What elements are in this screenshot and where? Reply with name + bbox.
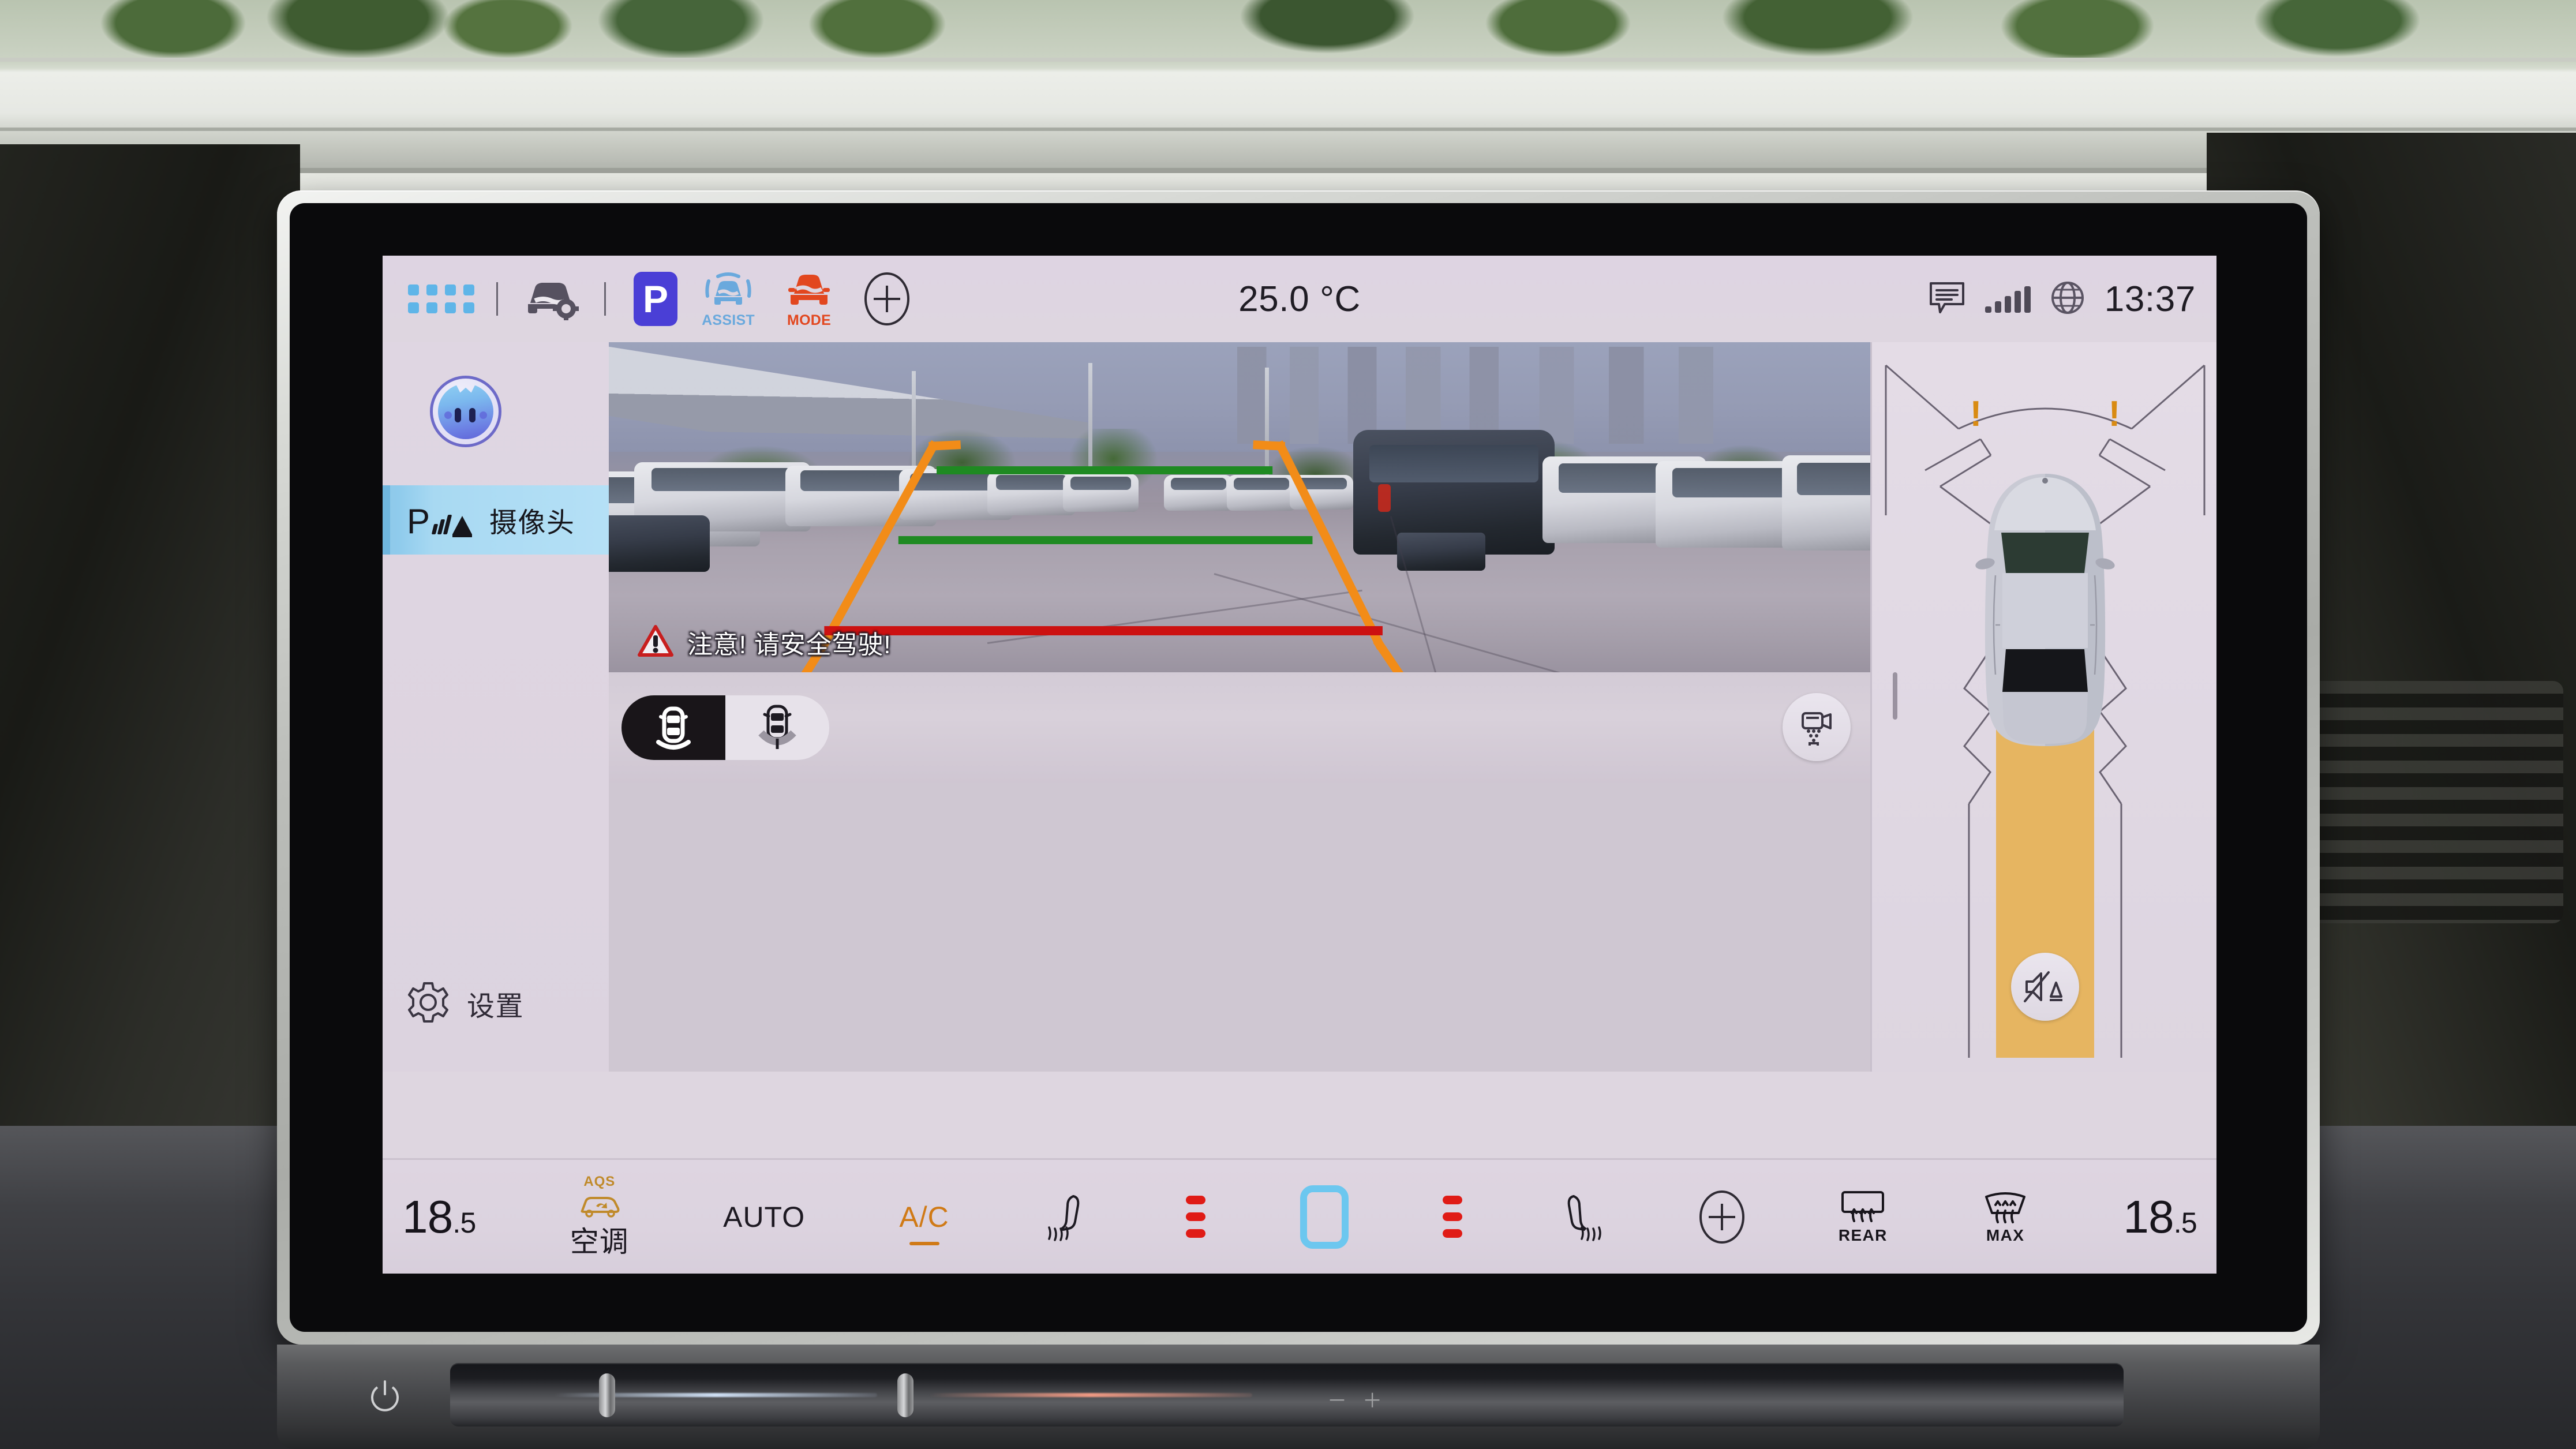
volume-range-label: － ＋ (1327, 1390, 1387, 1412)
ac-active-indicator (909, 1241, 939, 1245)
camera-panel: 注意! 请安全驾驶! (609, 342, 1870, 1072)
signal-bars-icon (1985, 285, 2031, 313)
gear-p-label: P (634, 272, 677, 326)
main-content: P 摄像头 设置 注意! 请安全驾驶! ! ! (383, 342, 2216, 1072)
sidebar-item-label: 摄像头 (489, 508, 575, 538)
globe-icon (2050, 280, 2085, 318)
clock: 13:37 (2104, 279, 2196, 319)
toggle-rear-view[interactable] (621, 695, 725, 760)
driver-temp-dec: .5 (452, 1206, 476, 1239)
message-icon[interactable] (1929, 281, 1965, 317)
passenger-temp-dec: .5 (2173, 1206, 2197, 1239)
svg-text:!: ! (1970, 394, 1982, 434)
aqs-label: AQS (583, 1173, 616, 1189)
rear-defrost-icon (1841, 1191, 1885, 1222)
plus-circle-icon (1699, 1190, 1744, 1244)
driver-temperature[interactable]: 18.5 (402, 1190, 476, 1244)
sidebar: P 摄像头 设置 (383, 342, 609, 1072)
park-assist-button[interactable]: ASSIST (688, 271, 769, 328)
passenger-temp-whole: 18 (2123, 1190, 2174, 1242)
ac-panel-label: 空调 (570, 1225, 629, 1258)
fan-speed-button[interactable] (1300, 1185, 1349, 1249)
apps-grid-icon[interactable] (403, 284, 479, 313)
auto-label: AUTO (723, 1200, 806, 1233)
volume-slider-bar[interactable] (450, 1363, 2124, 1426)
heated-seat-right-button[interactable] (1556, 1190, 1605, 1244)
camera-wash-icon (1802, 712, 1832, 746)
temperature-value: 25.0 °C (1238, 279, 1361, 319)
climate-add-button[interactable] (1699, 1190, 1744, 1244)
parking-guide-lines (801, 440, 1403, 672)
passenger-temperature[interactable]: 18.5 (2123, 1190, 2197, 1244)
slider-glow-right (929, 1393, 1252, 1397)
car-front-sensor-icon (758, 705, 796, 749)
voice-assistant-avatar[interactable] (430, 376, 501, 447)
add-shortcut-button[interactable] (849, 272, 924, 325)
gear-icon (407, 981, 450, 1027)
max-defrost-label: MAX (1986, 1226, 2025, 1244)
warning-triangle-icon (638, 624, 673, 660)
rear-defrost-label: REAR (1838, 1226, 1888, 1244)
car-settings-icon[interactable] (515, 278, 587, 320)
driver-temp-whole: 18 (402, 1190, 453, 1242)
status-bar: P ASSIST MODE 25.0 °C 13:37 (383, 256, 2216, 342)
svg-text:!: ! (2109, 394, 2121, 434)
divider (604, 282, 606, 316)
power-icon[interactable] (369, 1380, 400, 1414)
status-indicators: 13:37 (1929, 256, 2196, 342)
rear-camera-feed[interactable]: 注意! 请安全驾驶! (609, 342, 1870, 672)
ac-label: A/C (899, 1200, 949, 1233)
head-unit-bezel: P ASSIST MODE 25.0 °C 13:37 P 摄像头 设置 注意!… (277, 190, 2320, 1345)
drive-mode-button[interactable]: MODE (769, 271, 849, 328)
air-recirculation-icon (581, 1196, 620, 1218)
volume-knob-left[interactable] (599, 1373, 615, 1417)
park-sensor-icon: P (407, 502, 473, 539)
fan-level-left[interactable] (1186, 1196, 1206, 1238)
heated-seat-left-icon (1048, 1195, 1080, 1241)
camera-controls (609, 672, 1870, 783)
hardware-control-strip (277, 1345, 2320, 1449)
drive-mode-car-icon (788, 274, 830, 305)
climate-control-bar: 18.5 AQS 空调 AUTO A/C REAR MAX 18 .5 (383, 1158, 2216, 1274)
mute-parking-sound-button[interactable] (2011, 953, 2079, 1021)
sidebar-item-settings[interactable]: 设置 (383, 969, 609, 1038)
speaker-mute-sensor-icon (2024, 971, 2062, 1002)
ac-button[interactable]: A/C (899, 1200, 949, 1245)
max-defrost-button[interactable]: MAX (1982, 1189, 2029, 1245)
fan-level-icon (1300, 1185, 1349, 1249)
volume-knob-right[interactable] (897, 1373, 913, 1417)
plus-circle-icon (864, 272, 909, 325)
assist-label: ASSIST (702, 312, 755, 328)
windshield-defrost-icon (1985, 1192, 2026, 1223)
infotainment-screen[interactable]: P ASSIST MODE 25.0 °C 13:37 P 摄像头 设置 注意!… (383, 256, 2216, 1274)
park-assist-car-icon (705, 272, 751, 305)
heated-seat-right-icon (1567, 1195, 1601, 1241)
auto-button[interactable]: AUTO (723, 1200, 805, 1234)
parking-assist-panel: ! ! (1870, 342, 2216, 1072)
mode-label: MODE (787, 312, 831, 328)
divider (496, 282, 498, 316)
gear-selector-badge[interactable]: P (623, 272, 688, 326)
outdoor-fence (0, 58, 2576, 173)
safety-warning: 注意! 请安全驾驶! (638, 624, 891, 661)
camera-view-toggle[interactable] (621, 695, 829, 760)
warning-text: 注意! 请安全驾驶! (687, 631, 892, 659)
ac-panel-button[interactable]: AQS 空调 (570, 1174, 629, 1260)
car-rear-sensor-icon (656, 706, 691, 750)
heated-seat-left-button[interactable] (1043, 1190, 1092, 1244)
rear-defrost-button[interactable]: REAR (1839, 1189, 1888, 1245)
fan-level-right[interactable] (1442, 1196, 1462, 1238)
sidebar-item-camera[interactable]: P 摄像头 (383, 485, 609, 555)
camera-clean-button[interactable] (1783, 693, 1851, 761)
sidebar-item-label: 设置 (467, 991, 524, 1022)
toggle-front-view[interactable] (725, 695, 829, 760)
